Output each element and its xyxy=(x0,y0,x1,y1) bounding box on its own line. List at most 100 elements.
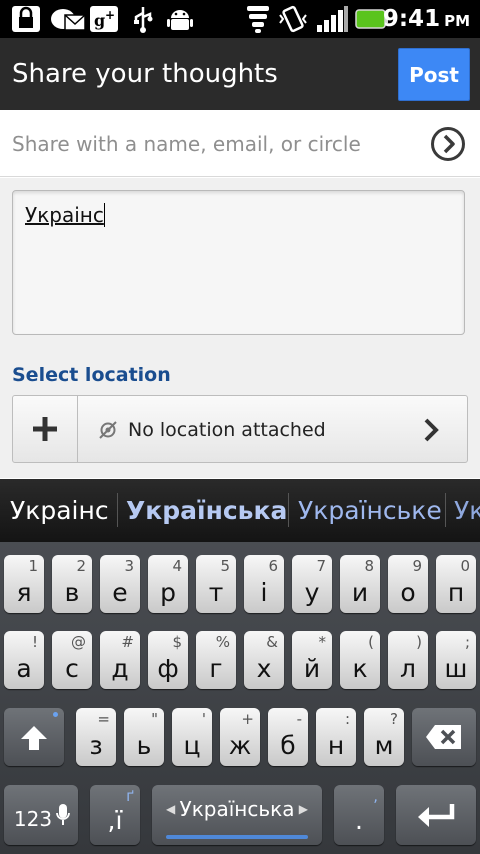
key-ф[interactable]: $ ф xyxy=(148,631,188,689)
key-label: м xyxy=(374,731,394,760)
key-hint: - xyxy=(296,710,302,728)
status-time: 9:41 PM xyxy=(383,0,470,38)
key-label: к xyxy=(352,654,368,683)
key-я[interactable]: 1я xyxy=(4,555,44,613)
key-о[interactable]: 9о xyxy=(388,555,428,613)
add-location-button[interactable] xyxy=(12,395,78,463)
post-text: Украінс xyxy=(25,203,104,227)
shift-indicator xyxy=(53,712,58,717)
key-м[interactable]: ? м xyxy=(364,708,404,766)
suggestion-strip: Украінс Українська Українське Ук xyxy=(0,479,480,542)
key-hint: % xyxy=(215,633,230,651)
key-ц[interactable]: ' ц xyxy=(172,708,212,766)
shift-arrow-icon xyxy=(21,726,47,750)
key-й[interactable]: * й xyxy=(292,631,332,689)
location-status: No location attached xyxy=(128,419,326,441)
key-г[interactable]: % г xyxy=(196,631,236,689)
google-plus-icon: g + xyxy=(88,5,120,33)
key-label: н xyxy=(327,731,345,760)
key-hint: 9 xyxy=(412,557,422,575)
key-у[interactable]: 7у xyxy=(292,555,332,613)
backspace-icon xyxy=(426,725,461,749)
suggestion-divider xyxy=(445,493,446,527)
key-х[interactable]: & х xyxy=(244,631,284,689)
status-bar: g + 9:41 PM xyxy=(0,0,480,38)
key-label: ь xyxy=(136,731,152,760)
location-row: No location attached xyxy=(12,395,468,463)
space-bar-language: Українська xyxy=(179,797,295,821)
status-time-ampm: PM xyxy=(444,12,470,30)
key-hint: ; xyxy=(464,633,470,651)
post-button[interactable]: Post xyxy=(398,48,470,101)
key-hint: @ xyxy=(71,633,86,651)
plus-icon xyxy=(33,417,57,441)
key-і[interactable]: 6і xyxy=(244,555,284,613)
suggestion-item[interactable]: Ук xyxy=(454,479,480,542)
suggestion-item[interactable]: Українське xyxy=(298,479,442,542)
key-т[interactable]: 5т xyxy=(196,555,236,613)
page-title: Share your thoughts xyxy=(12,59,278,89)
location-selector[interactable]: No location attached xyxy=(77,395,468,463)
period-key-label: . xyxy=(355,806,363,835)
key-hint: 7 xyxy=(316,557,326,575)
period-key[interactable]: . , xyxy=(334,785,384,845)
location-off-icon xyxy=(98,420,118,440)
key-hint: 3 xyxy=(124,557,134,575)
key-л[interactable]: ) л xyxy=(388,631,428,689)
status-time-value: 9:41 xyxy=(382,6,441,32)
key-н[interactable]: :н xyxy=(316,708,356,766)
key-hint: ' xyxy=(201,710,206,728)
key-п[interactable]: 0п xyxy=(436,555,476,613)
key-hint: ) xyxy=(416,633,422,651)
key-ж[interactable]: + ж xyxy=(220,708,260,766)
vibrate-icon xyxy=(276,5,310,33)
key-с[interactable]: @ с xyxy=(52,631,92,689)
key-hint: # xyxy=(121,633,134,651)
text-cursor xyxy=(103,203,105,227)
key-hint: 8 xyxy=(364,557,374,575)
suggestion-item[interactable]: Українська xyxy=(126,479,287,542)
comma-key[interactable]: ,ї ґ xyxy=(90,785,140,845)
key-hint: " xyxy=(151,710,158,728)
key-д[interactable]: # д xyxy=(100,631,140,689)
key-label: и xyxy=(351,578,369,607)
key-label: з xyxy=(89,731,103,760)
space-bar[interactable]: ◀ Українська ▶ xyxy=(152,785,322,845)
space-bar-underline xyxy=(166,835,308,839)
circle-chevron-right-icon[interactable] xyxy=(430,126,466,162)
key-ь[interactable]: " ь xyxy=(124,708,164,766)
shift-key[interactable] xyxy=(4,708,64,766)
symbols-key-label: 123 xyxy=(13,807,53,831)
key-з[interactable]: = з xyxy=(76,708,116,766)
signal-icon xyxy=(314,5,350,33)
key-label: ш xyxy=(444,654,468,683)
key-б[interactable]: -б xyxy=(268,708,308,766)
post-text-area[interactable]: Украінс xyxy=(12,190,465,335)
suggestion-divider xyxy=(117,493,118,527)
enter-key[interactable] xyxy=(396,785,476,845)
key-ш[interactable]: ; ш xyxy=(436,631,476,689)
key-р[interactable]: 4р xyxy=(148,555,188,613)
key-label: е xyxy=(112,578,128,607)
wifi-icon xyxy=(244,5,272,33)
key-и[interactable]: 8и xyxy=(340,555,380,613)
key-hint: 2 xyxy=(76,557,86,575)
share-audience-input[interactable] xyxy=(12,110,412,177)
suggestion-item[interactable]: Украінс xyxy=(10,479,109,542)
key-label: ц xyxy=(183,731,201,760)
key-е[interactable]: 3е xyxy=(100,555,140,613)
key-hint: : xyxy=(344,710,350,728)
key-а[interactable]: ! а xyxy=(4,631,44,689)
symbols-key[interactable]: 123 xyxy=(4,785,78,845)
microphone-icon xyxy=(56,804,70,825)
backspace-key[interactable] xyxy=(412,708,476,766)
key-в[interactable]: 2в xyxy=(52,555,92,613)
key-hint: 6 xyxy=(268,557,278,575)
key-hint: 0 xyxy=(460,557,470,575)
language-next-icon: ▶ xyxy=(298,802,308,816)
key-к[interactable]: (к xyxy=(340,631,380,689)
key-label: г xyxy=(209,654,223,683)
usb-icon xyxy=(128,5,158,33)
period-key-hint: , xyxy=(373,787,378,805)
android-debug-icon xyxy=(164,5,196,33)
